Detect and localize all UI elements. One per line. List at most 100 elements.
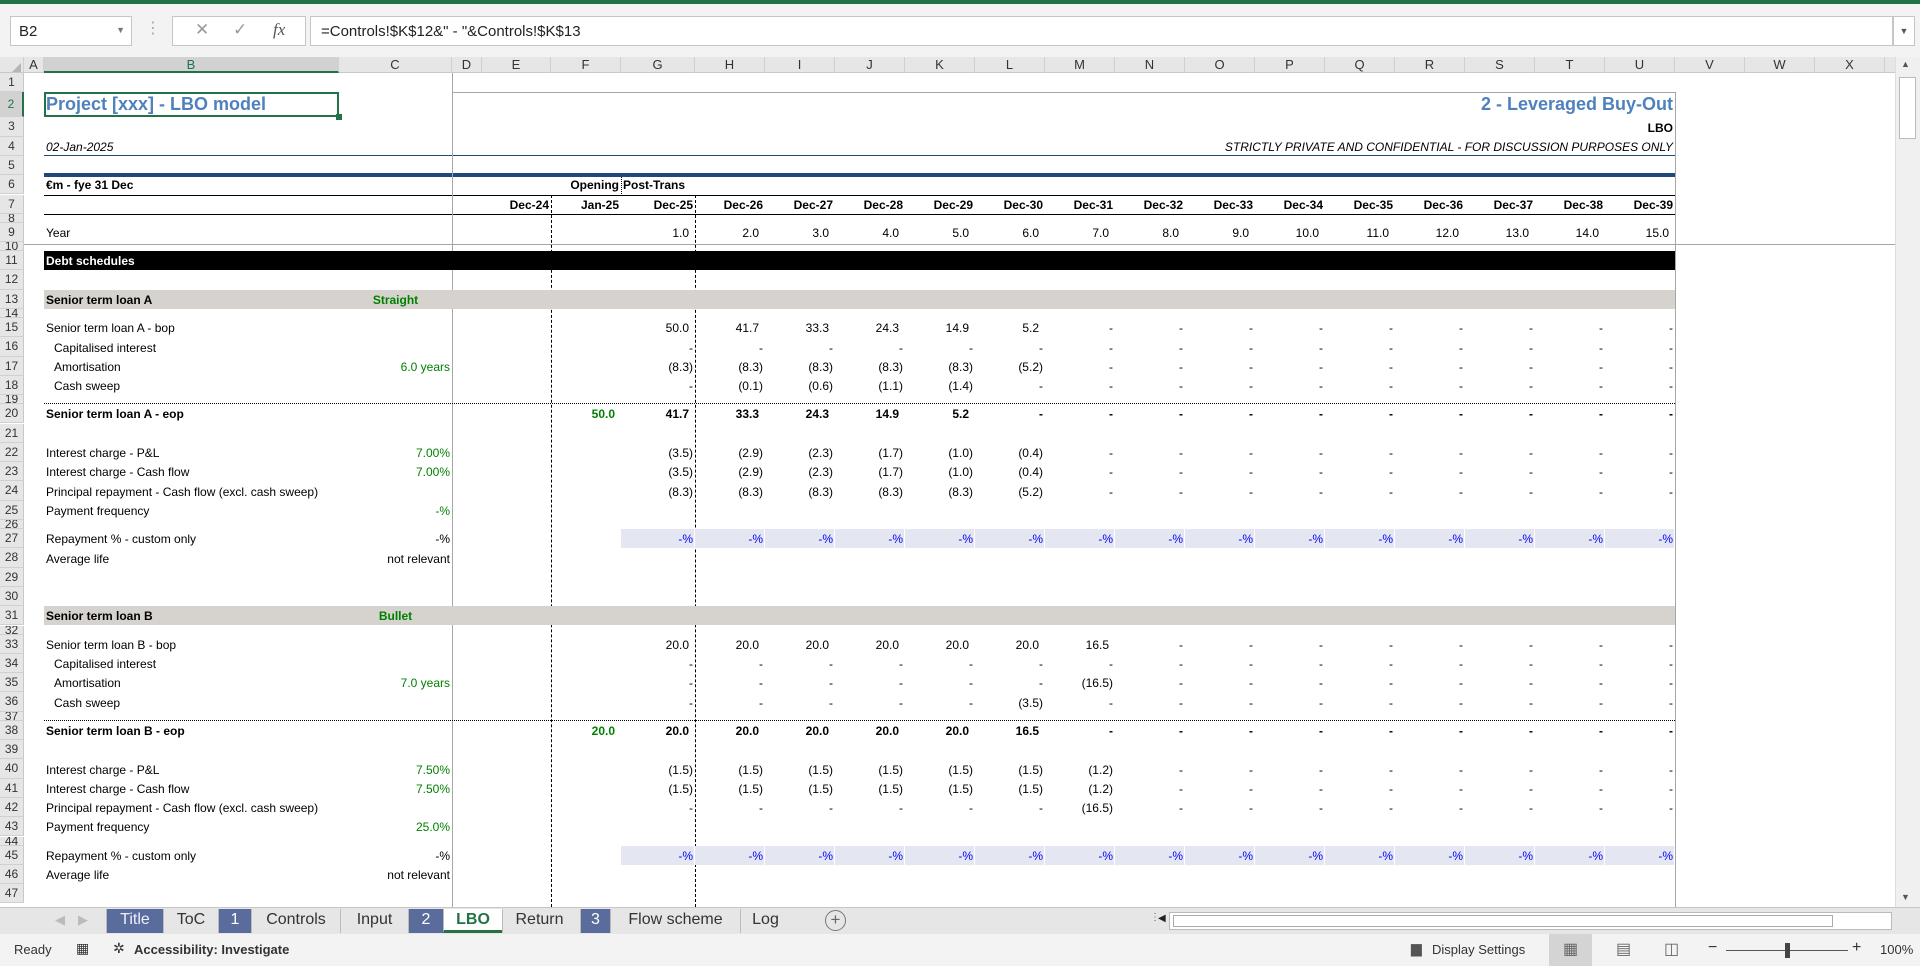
- loan-b-bop-cell[interactable]: -: [1255, 635, 1325, 654]
- loan-b-int_pl-cell[interactable]: (1.5): [695, 759, 765, 778]
- hscroll-thumb[interactable]: [1173, 915, 1833, 927]
- row-header-45[interactable]: 45: [0, 845, 24, 865]
- loan-a-eop-cell[interactable]: -: [1605, 404, 1675, 423]
- loan-b-int_cf-input[interactable]: 7.50%: [339, 779, 452, 798]
- loan-b-principal-cell[interactable]: -: [695, 798, 765, 817]
- loan-b-eop-cell[interactable]: -: [1465, 721, 1535, 740]
- loan-b-int_cf-cell[interactable]: (1.5): [905, 779, 975, 798]
- normal-view-icon[interactable]: ▦: [1549, 934, 1592, 966]
- loan-b-eop-opening[interactable]: 20.0): [551, 721, 621, 740]
- loan-a-sweep-cell[interactable]: -: [1325, 376, 1395, 395]
- loan-a-sweep-cell[interactable]: -: [1185, 376, 1255, 395]
- loan-b-int_pl-cell[interactable]: (1.2): [1045, 759, 1115, 778]
- loan-b-amort-label[interactable]: Amortisation: [44, 673, 339, 692]
- row-header-21[interactable]: 21: [0, 423, 24, 443]
- row-header-29[interactable]: 29: [0, 567, 24, 587]
- loan-a-principal-cell[interactable]: -: [1395, 481, 1465, 500]
- hscroll-left-icon[interactable]: ◀: [1158, 913, 1166, 924]
- row-header-28[interactable]: 28: [0, 548, 24, 568]
- loan-b-principal-cell[interactable]: -: [905, 798, 975, 817]
- loan-a-int_cf-label[interactable]: Interest charge - Cash flow: [44, 462, 339, 481]
- loan-b-principal-cell[interactable]: -: [1185, 798, 1255, 817]
- loan-a-principal-cell[interactable]: (5.2): [975, 481, 1045, 500]
- row-header-3[interactable]: 3: [0, 117, 24, 137]
- loan-b-repay-input[interactable]: -%: [339, 846, 452, 865]
- loan-b-repay-cell[interactable]: -%: [1185, 846, 1255, 865]
- loan-b-eop-cell[interactable]: -: [1255, 721, 1325, 740]
- loan-b-bop-cell[interactable]: 20.0): [975, 635, 1045, 654]
- loan-a-principal-cell[interactable]: -: [1465, 481, 1535, 500]
- add-sheet-icon[interactable]: +: [825, 910, 846, 931]
- loan-b-int_cf-cell[interactable]: -: [1535, 779, 1605, 798]
- loan-b-amort-cell[interactable]: -: [1325, 673, 1395, 692]
- loan-b-sweep-cell[interactable]: -: [1325, 692, 1395, 711]
- units-label[interactable]: €m - fye 31 Dec: [44, 175, 339, 194]
- scroll-up-icon[interactable]: ▲: [1901, 59, 1910, 69]
- loan-a-bop-cell[interactable]: 14.9): [905, 318, 975, 337]
- row-header-39[interactable]: 39: [0, 740, 24, 760]
- loan-b-eop-cell[interactable]: -: [1045, 721, 1115, 740]
- year-value[interactable]: 9.0): [1185, 223, 1255, 242]
- period-header[interactable]: Dec-34: [1255, 195, 1325, 214]
- loan-b-int_cf-cell[interactable]: -: [1255, 779, 1325, 798]
- loan-b-int_pl-cell[interactable]: (1.5): [975, 759, 1045, 778]
- loan-a-amort-cell[interactable]: -: [1535, 357, 1605, 376]
- loan-a-life-label[interactable]: Average life: [44, 548, 339, 567]
- loan-a-bop-cell[interactable]: -: [1115, 318, 1185, 337]
- year-value[interactable]: 10.0): [1255, 223, 1325, 242]
- loan-a-bop-cell[interactable]: -: [1325, 318, 1395, 337]
- loan-b-int_cf-cell[interactable]: (1.5): [975, 779, 1045, 798]
- row-header-34[interactable]: 34: [0, 653, 24, 674]
- loan-b-amort-cell[interactable]: (16.5): [1045, 673, 1115, 692]
- loan-a-eop-cell[interactable]: -: [1185, 404, 1255, 423]
- loan-a-repay-cell[interactable]: -%: [1185, 529, 1255, 548]
- loan-b-int_cf-cell[interactable]: -: [1465, 779, 1535, 798]
- loan-a-amort-cell[interactable]: -: [1185, 357, 1255, 376]
- loan-b-bop-cell[interactable]: -: [1535, 635, 1605, 654]
- year-value[interactable]: 5.0): [905, 223, 975, 242]
- loan-b-cap_int-cell[interactable]: -: [1255, 654, 1325, 673]
- row-header-15[interactable]: 15: [0, 318, 24, 338]
- loan-b-eop-cell[interactable]: 20.0): [695, 721, 765, 740]
- row-header-46[interactable]: 46: [0, 864, 24, 885]
- loan-a-cap_int-cell[interactable]: -: [1465, 337, 1535, 356]
- loan-a-repay-cell[interactable]: -%: [975, 529, 1045, 548]
- loan-a-repay-input[interactable]: -%: [339, 529, 452, 548]
- loan-b-repay-cell[interactable]: -%: [1255, 846, 1325, 865]
- loan-a-sweep-label[interactable]: Cash sweep: [44, 376, 339, 395]
- loan-b-sweep-cell[interactable]: -: [905, 692, 975, 711]
- period-header[interactable]: Dec-39: [1605, 195, 1675, 214]
- period-header[interactable]: Dec-37: [1465, 195, 1535, 214]
- loan-a-eop-cell[interactable]: -: [1325, 404, 1395, 423]
- loan-a-name[interactable]: Senior term loan A: [44, 290, 339, 309]
- loan-b-eop-cell[interactable]: 16.5): [975, 721, 1045, 740]
- year-value[interactable]: 14.0): [1535, 223, 1605, 242]
- loan-a-principal-cell[interactable]: -: [1115, 481, 1185, 500]
- row-header-41[interactable]: 41: [0, 778, 24, 798]
- loan-b-bop-cell[interactable]: 20.0): [621, 635, 695, 654]
- loan-a-bop-cell[interactable]: -: [1605, 318, 1675, 337]
- loan-a-int_cf-cell[interactable]: -: [1045, 462, 1115, 481]
- loan-a-sweep-cell[interactable]: -: [1395, 376, 1465, 395]
- row-header-24[interactable]: 24: [0, 481, 24, 501]
- loan-a-principal-cell[interactable]: -: [1325, 481, 1395, 500]
- loan-a-int_pl-cell[interactable]: -: [1115, 443, 1185, 462]
- loan-b-amort-cell[interactable]: -: [1395, 673, 1465, 692]
- loan-a-int_cf-cell[interactable]: -: [1185, 462, 1255, 481]
- loan-b-int_pl-input[interactable]: 7.50%: [339, 759, 452, 778]
- loan-a-amort-input[interactable]: 6.0 years: [339, 357, 452, 376]
- loan-a-principal-cell[interactable]: -: [1185, 481, 1255, 500]
- loan-b-sweep-cell[interactable]: -: [1395, 692, 1465, 711]
- loan-a-eop-cell[interactable]: 24.3): [765, 404, 835, 423]
- loan-b-int_cf-cell[interactable]: (1.2): [1045, 779, 1115, 798]
- loan-a-sweep-cell[interactable]: -: [1045, 376, 1115, 395]
- loan-b-cap_int-cell[interactable]: -: [1535, 654, 1605, 673]
- row-header-18[interactable]: 18: [0, 375, 24, 396]
- sheet-tab-flow-scheme[interactable]: Flow scheme: [610, 909, 740, 933]
- loan-a-bop-cell[interactable]: -: [1045, 318, 1115, 337]
- loan-a-cap_int-cell[interactable]: -: [1395, 337, 1465, 356]
- loan-b-amort-cell[interactable]: -: [1605, 673, 1675, 692]
- accessibility-status[interactable]: Accessibility: Investigate: [134, 942, 289, 957]
- loan-a-cap_int-cell[interactable]: -: [1045, 337, 1115, 356]
- loan-a-principal-cell[interactable]: -: [1255, 481, 1325, 500]
